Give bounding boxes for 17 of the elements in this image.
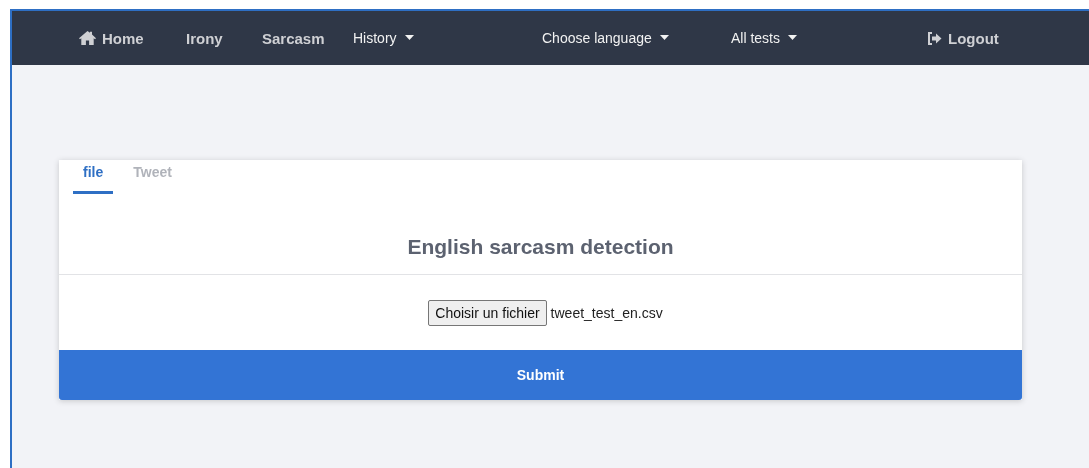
caret-icon <box>788 35 797 40</box>
caret-icon <box>404 35 414 40</box>
nav-link[interactable]: Sarcasm <box>262 29 353 47</box>
tab[interactable]: file <box>73 160 114 194</box>
home-icon <box>79 31 96 45</box>
card-title: English sarcasm detection <box>59 194 1022 275</box>
choose-file-button[interactable]: Choisir un fichier <box>428 299 547 326</box>
sign-out-icon <box>927 31 942 45</box>
home-link[interactable]: Home <box>79 29 186 47</box>
caret-icon <box>659 35 669 40</box>
nav-link[interactable]: Irony <box>186 29 262 47</box>
logout-link[interactable]: Logout <box>927 29 1047 47</box>
dropdown-menu[interactable]: History <box>353 29 542 46</box>
dropdown-menu[interactable]: All tests <box>731 29 927 46</box>
file-name: tweet_test_en.csv <box>550 304 663 321</box>
dropdown-menu[interactable]: Choose language <box>542 29 731 46</box>
submit-button[interactable]: Submit <box>59 350 1022 400</box>
